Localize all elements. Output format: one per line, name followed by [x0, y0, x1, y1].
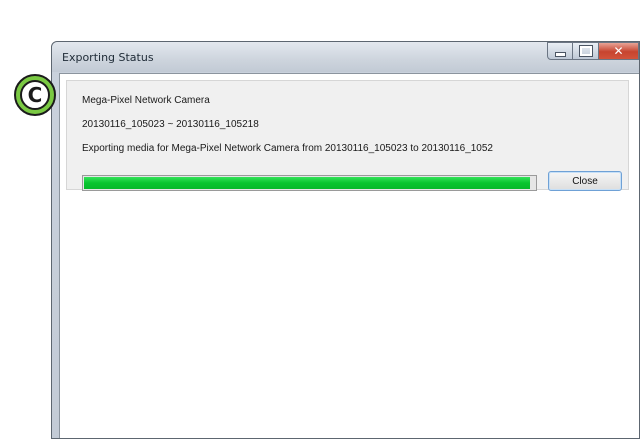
- close-icon: ✕: [613, 44, 624, 58]
- maximize-icon: [578, 45, 593, 57]
- export-progress-bar: [82, 175, 537, 191]
- title-bar[interactable]: Exporting Status ✕: [52, 42, 639, 72]
- export-status-message: Exporting media for Mega-Pixel Network C…: [82, 143, 493, 154]
- camera-name: Mega-Pixel Network Camera: [82, 95, 210, 106]
- close-button[interactable]: Close: [548, 171, 622, 191]
- annotation-marker-letter: C: [20, 80, 50, 110]
- export-info-panel: Mega-Pixel Network Camera 20130116_10502…: [66, 80, 629, 191]
- window-title: Exporting Status: [62, 51, 154, 64]
- export-progress-fill: [84, 177, 530, 189]
- minimize-button[interactable]: [547, 42, 573, 60]
- window-client-area: Mega-Pixel Network Camera 20130116_10502…: [59, 73, 639, 438]
- exporting-status-window: Exporting Status ✕ Mega-Pixel Network Ca…: [51, 41, 640, 439]
- maximize-button[interactable]: [573, 42, 599, 60]
- caption-buttons: ✕: [547, 42, 639, 62]
- annotation-marker: C: [14, 74, 56, 116]
- export-time-range: 20130116_105023 ~ 20130116_105218: [82, 119, 259, 130]
- window-close-button[interactable]: ✕: [599, 42, 639, 60]
- minimize-icon: [554, 51, 566, 57]
